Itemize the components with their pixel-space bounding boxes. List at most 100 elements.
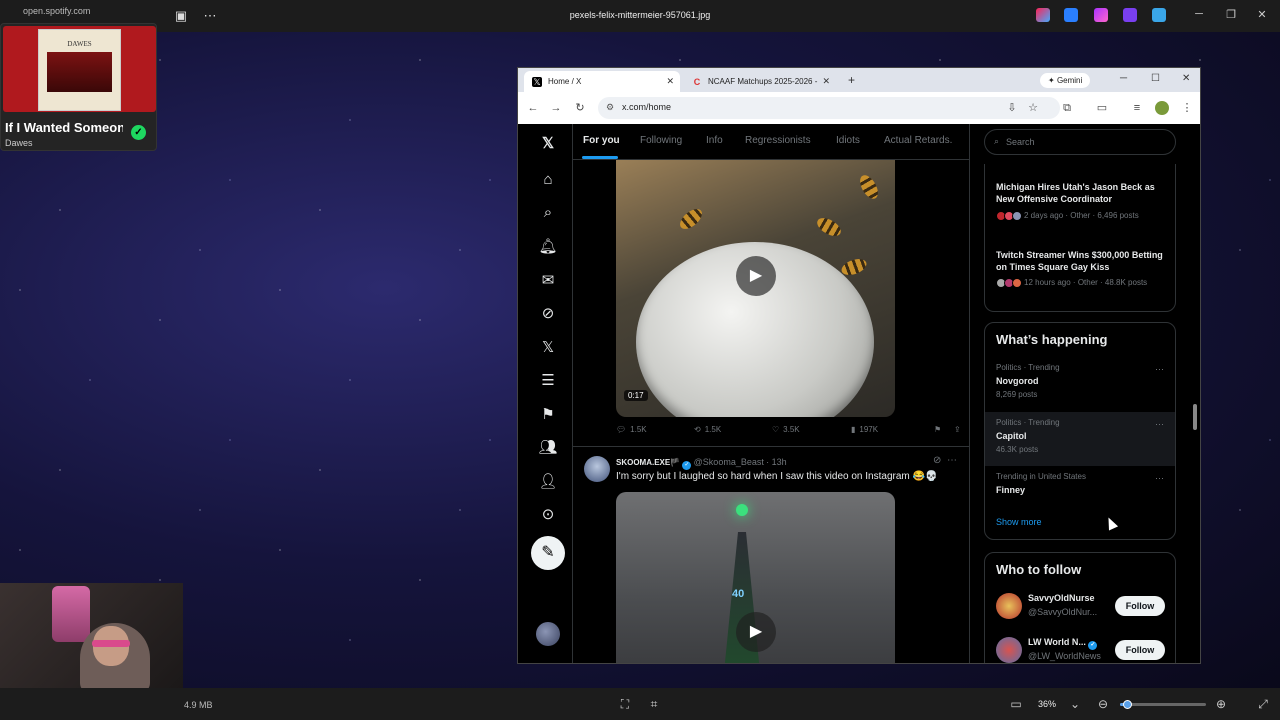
reading-list-icon[interactable]: ≡: [1130, 101, 1144, 115]
check-icon[interactable]: ✓: [131, 125, 146, 140]
play-icon[interactable]: ▶: [736, 612, 776, 652]
more-icon[interactable]: ⊙: [535, 505, 561, 525]
follow-button[interactable]: Follow: [1115, 640, 1165, 660]
maximize-icon[interactable]: ❐: [1224, 8, 1238, 21]
compose-post-button[interactable]: ✎: [531, 536, 565, 570]
zoom-slider-knob[interactable]: [1122, 700, 1132, 709]
expand-icon[interactable]: ⤢: [1256, 697, 1270, 711]
new-tab-icon[interactable]: +: [848, 73, 855, 87]
share-icon[interactable]: ⇪: [954, 425, 961, 434]
more-icon[interactable]: ⋯: [1155, 473, 1164, 484]
account-avatar[interactable]: [996, 593, 1022, 619]
account-avatar[interactable]: [996, 637, 1022, 663]
post-time[interactable]: 13h: [772, 457, 787, 467]
zoom-out-icon[interactable]: ⊖: [1096, 697, 1110, 711]
right-sidebar: ⌕ Search Michigan Hires Utah's Jason Bec…: [978, 124, 1200, 663]
trend-item[interactable]: Politics · Trending Novgorod 8,269 posts…: [985, 357, 1175, 411]
tray-app-icon[interactable]: [1094, 8, 1108, 22]
address-bar[interactable]: ⚙ x.com/home: [598, 97, 1060, 119]
sidebar-icon[interactable]: ▭: [1095, 101, 1109, 115]
account-name[interactable]: LW World N... ✓: [1028, 637, 1098, 650]
spotify-now-playing[interactable]: DAWES If I Wanted Someone Dawes ✓: [0, 23, 157, 151]
views-button[interactable]: ▮ 197K: [851, 425, 878, 434]
install-icon[interactable]: ⇩: [1005, 101, 1019, 115]
actual-size-icon[interactable]: ▭: [1009, 697, 1023, 711]
tab-following[interactable]: Following: [640, 135, 682, 146]
close-icon[interactable]: ✕: [1182, 73, 1190, 84]
play-icon[interactable]: ▶: [736, 256, 776, 296]
extensions-icon[interactable]: ⧉: [1060, 101, 1074, 115]
more-icon[interactable]: ⋯: [1155, 364, 1164, 375]
account-name[interactable]: SavvyOldNurse: [1028, 593, 1095, 603]
verified-badge-icon: ✓: [1088, 641, 1098, 650]
tray-app-icon[interactable]: [1123, 8, 1137, 22]
zoom-level[interactable]: 36%: [1038, 699, 1056, 709]
search-input[interactable]: ⌕ Search: [984, 129, 1176, 155]
author-avatar[interactable]: [584, 456, 610, 482]
trend-item[interactable]: Trending in United States Finney ⋯: [985, 466, 1175, 500]
news-meta: 12 hours ago · Other · 48.8K posts: [996, 278, 1174, 288]
tray-app-icon[interactable]: [1064, 8, 1078, 22]
zoom-in-icon[interactable]: ⊕: [1214, 697, 1228, 711]
follow-button[interactable]: Follow: [1115, 596, 1165, 616]
trend-item[interactable]: Politics · Trending Capitol 46.3K posts …: [985, 412, 1175, 466]
lists-icon[interactable]: ☰: [535, 371, 561, 391]
more-icon[interactable]: ⋯: [947, 455, 957, 466]
tab-actual-retards[interactable]: Actual Retards.: [884, 135, 952, 146]
show-more-link[interactable]: Show more: [996, 517, 1042, 527]
scrollbar[interactable]: [1192, 124, 1198, 663]
tab-home-x[interactable]: 𝕏 Home / X ✕: [524, 71, 680, 92]
maximize-icon[interactable]: ☐: [1151, 73, 1160, 84]
grok-icon[interactable]: ⊘: [933, 455, 941, 466]
gemini-button[interactable]: ✦ Gemini: [1040, 73, 1091, 88]
tray-app-icon[interactable]: [1152, 8, 1166, 22]
communities-icon[interactable]: 👥︎: [535, 438, 561, 458]
bookmark-icon[interactable]: ⚑: [934, 425, 941, 434]
scrollbar-thumb[interactable]: [1193, 404, 1197, 430]
zoom-slider[interactable]: [1120, 700, 1206, 709]
notifications-icon[interactable]: 🔔︎: [535, 237, 561, 257]
tray-app-icon[interactable]: [1036, 8, 1050, 22]
viewer-status-bar: 4.9 MB ⛶ ⌗ ▭ 36% ⌄ ⊖ ⊕ ⤢: [0, 688, 1280, 720]
messages-icon[interactable]: ✉: [535, 271, 561, 291]
profile-avatar[interactable]: [1155, 101, 1169, 115]
tab-idiots[interactable]: Idiots: [836, 135, 860, 146]
repost-button[interactable]: ⟲ 1.5K: [694, 425, 721, 434]
like-button[interactable]: ♡ 3.5K: [772, 425, 800, 434]
left-nav: 𝕏 ⌂ ⌕ 🔔︎ ✉ ⊘ 𝕏 ☰ ⚑ 👥︎ 👤︎ ⊙ ✎: [518, 124, 572, 663]
tab-for-you[interactable]: For you: [583, 135, 620, 146]
author-handle[interactable]: @Skooma_Beast: [694, 457, 764, 467]
news-headline[interactable]: Twitch Streamer Wins $300,000 Betting on…: [996, 249, 1172, 273]
close-tab-icon[interactable]: ✕: [822, 76, 830, 87]
minimize-icon[interactable]: ─: [1192, 8, 1206, 20]
profile-icon[interactable]: 👤︎: [535, 472, 561, 492]
x-logo-icon[interactable]: 𝕏: [535, 134, 561, 154]
news-headline[interactable]: Michigan Hires Utah's Jason Beck as New …: [996, 181, 1172, 205]
tab-info[interactable]: Info: [706, 135, 723, 146]
close-icon[interactable]: ✕: [1255, 8, 1269, 21]
menu-icon[interactable]: ⋮: [1180, 101, 1194, 115]
author-name[interactable]: SKOOMA.EXE🏴: [616, 458, 680, 467]
site-info-icon[interactable]: ⚙: [606, 102, 614, 113]
account-avatar[interactable]: [536, 622, 560, 646]
post-video[interactable]: 40 ▶: [616, 492, 895, 663]
minimize-icon[interactable]: ─: [1120, 73, 1127, 84]
search-icon[interactable]: ⌕: [535, 203, 561, 223]
fit-to-window-icon[interactable]: ⛶: [618, 697, 632, 711]
home-icon[interactable]: ⌂: [535, 170, 561, 190]
chevron-down-icon[interactable]: ⌄: [1068, 697, 1082, 711]
tab-regressionists[interactable]: Regressionists: [745, 135, 811, 146]
reply-button[interactable]: 💬︎ 1.5K: [616, 425, 647, 434]
more-icon[interactable]: ⋯: [1155, 419, 1164, 430]
tab-ncaaf[interactable]: C NCAAF Matchups 2025-2026 - ✕: [684, 71, 836, 92]
bookmark-star-icon[interactable]: ☆: [1026, 101, 1040, 115]
back-icon[interactable]: ←: [526, 101, 540, 115]
grok-icon[interactable]: ⊘: [535, 304, 561, 324]
text-recognition-icon[interactable]: ⌗: [647, 697, 661, 711]
post-video[interactable]: ▶ 0:17: [616, 160, 895, 417]
close-tab-icon[interactable]: ✕: [666, 76, 674, 87]
bookmarks-icon[interactable]: ⚑: [535, 405, 561, 425]
premium-icon[interactable]: 𝕏: [535, 338, 561, 358]
reload-icon[interactable]: ↻: [573, 101, 587, 115]
forward-icon[interactable]: →: [549, 101, 563, 115]
